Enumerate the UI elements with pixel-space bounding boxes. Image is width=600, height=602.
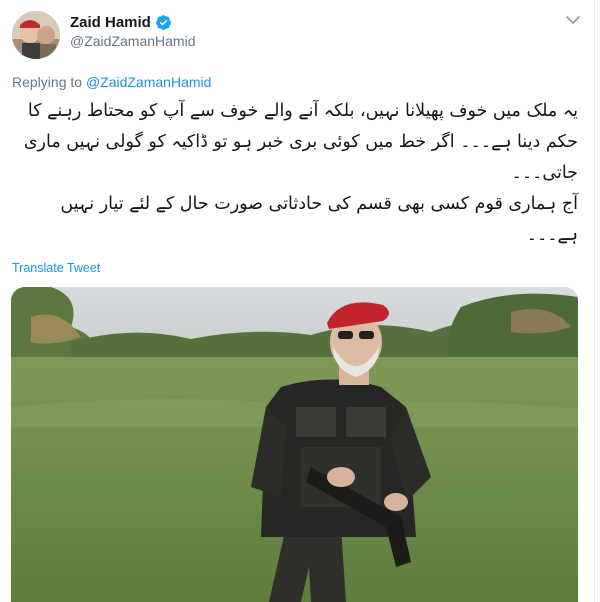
- tweet-card: Zaid Hamid @ZaidZamanHamid Replying to @…: [0, 0, 595, 602]
- author-row: Zaid Hamid: [70, 12, 172, 32]
- replying-mention-link[interactable]: @ZaidZamanHamid: [86, 74, 211, 90]
- author-handle[interactable]: @ZaidZamanHamid: [70, 33, 195, 49]
- avatar[interactable]: [12, 11, 60, 59]
- tweet-text: یہ ملک میں خوف پھیلانا نہیں، بلکہ آنے وا…: [23, 101, 578, 245]
- replying-prefix: Replying to: [12, 74, 83, 90]
- translate-tweet-link[interactable]: Translate Tweet: [12, 261, 100, 275]
- verified-badge-icon: [155, 14, 171, 30]
- chevron-down-icon[interactable]: [565, 12, 581, 28]
- author-name[interactable]: Zaid Hamid: [70, 14, 151, 31]
- replying-to: Replying to @ZaidZamanHamid: [12, 74, 211, 90]
- tweet-video-thumbnail[interactable]: [11, 287, 578, 602]
